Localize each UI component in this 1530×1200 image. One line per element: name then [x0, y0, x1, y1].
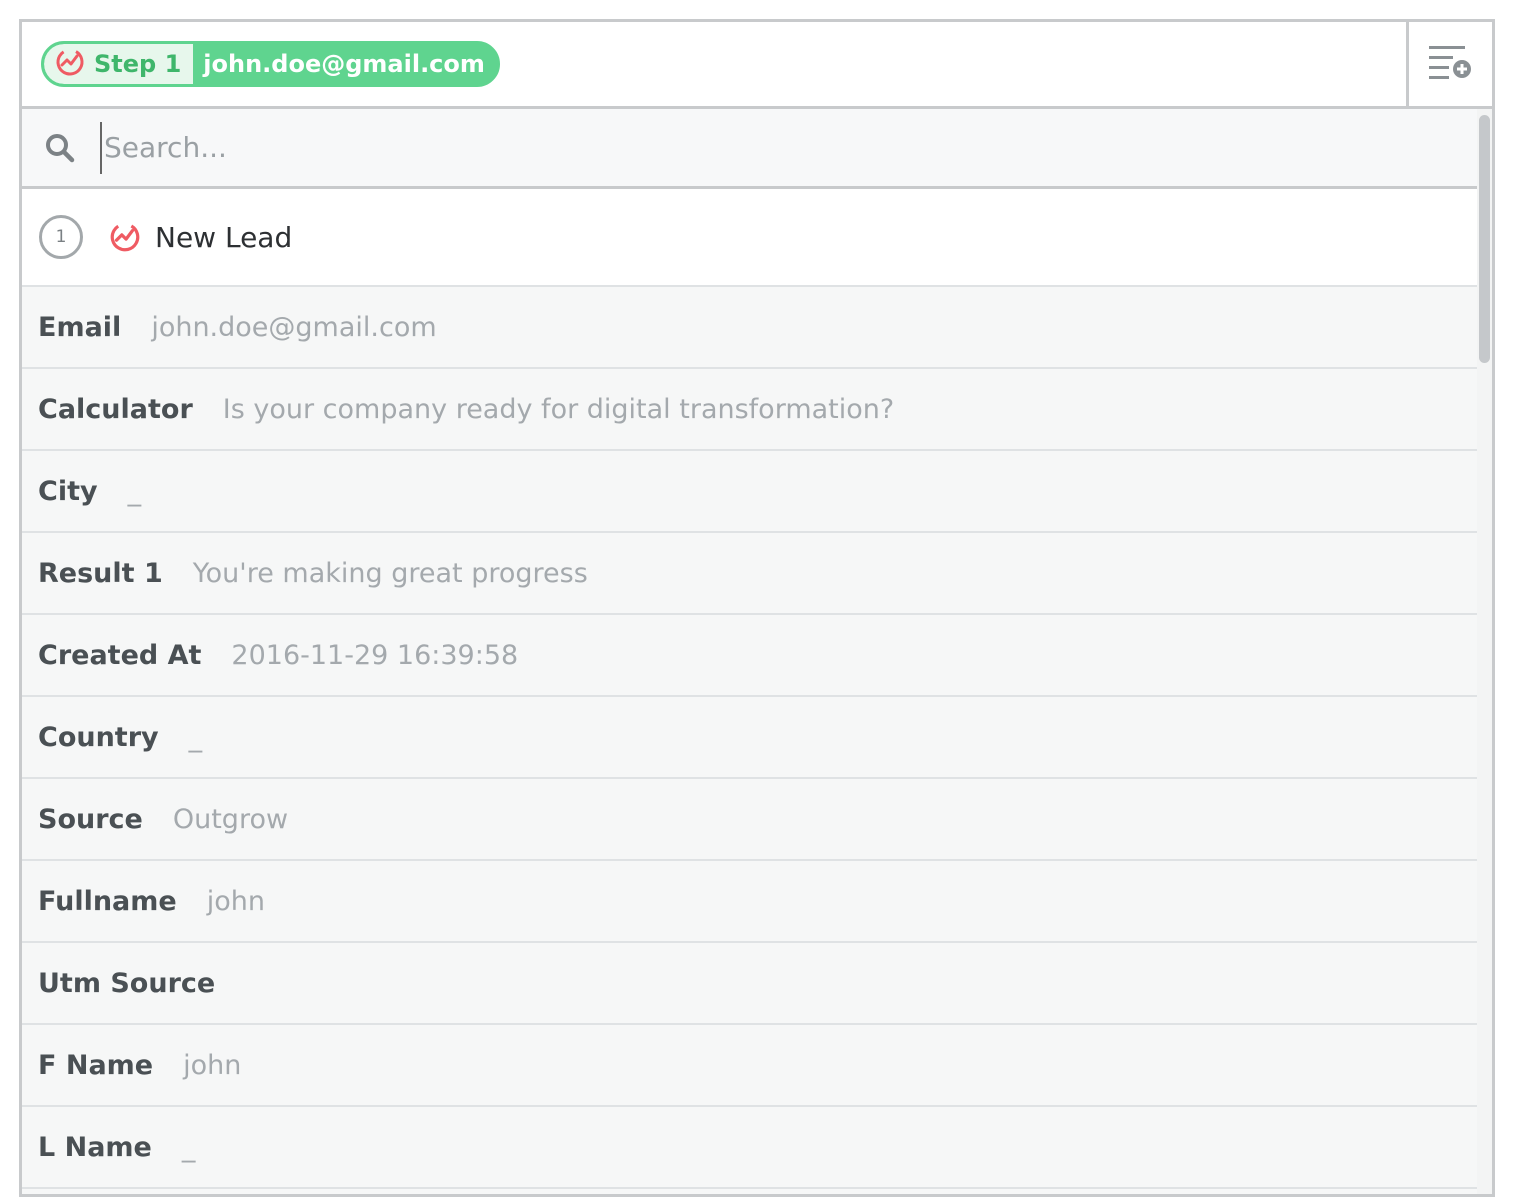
outgrow-icon	[107, 219, 143, 255]
field-label: Country	[38, 721, 159, 753]
field-row-l-name[interactable]: L Name _	[22, 1107, 1477, 1189]
list-add-icon	[1427, 42, 1475, 86]
field-row-source[interactable]: Source Outgrow	[22, 779, 1477, 861]
field-row-city[interactable]: City _	[22, 451, 1477, 533]
add-field-button[interactable]	[1409, 22, 1492, 106]
step-pill-step: Step 1	[44, 44, 194, 84]
field-row-fullname[interactable]: Fullname john	[22, 861, 1477, 943]
lead-step-header[interactable]: 1 New Lead	[22, 189, 1477, 287]
field-value: john	[206, 885, 265, 917]
field-row-email[interactable]: Email john.doe@gmail.com	[22, 287, 1477, 369]
field-label: L Name	[38, 1131, 152, 1163]
field-value: Is your company ready for digital transf…	[222, 393, 895, 425]
field-label: Utm Source	[38, 967, 216, 999]
field-label: Source	[38, 803, 143, 835]
field-value: You're making great progress	[192, 557, 588, 589]
field-row-created-at[interactable]: Created At 2016-11-29 16:39:58	[22, 615, 1477, 697]
field-value: 2016-11-29 16:39:58	[231, 639, 519, 671]
field-value: _	[127, 475, 142, 507]
lead-title: New Lead	[155, 220, 293, 254]
scrollbar-thumb[interactable]	[1479, 115, 1490, 363]
scrollbar-track[interactable]	[1477, 109, 1492, 1194]
field-label: City	[38, 475, 98, 507]
field-label: F Name	[38, 1049, 154, 1081]
field-row-country[interactable]: Country _	[22, 697, 1477, 779]
step-email: john.doe@gmail.com	[203, 50, 485, 78]
field-row-utm-source[interactable]: Utm Source	[22, 943, 1477, 1025]
step-pill[interactable]: Step 1 john.doe@gmail.com	[41, 41, 500, 87]
field-row-calculator[interactable]: Calculator Is your company ready for dig…	[22, 369, 1477, 451]
field-label: Email	[38, 311, 122, 343]
field-label: Result 1	[38, 557, 163, 589]
field-label: Created At	[38, 639, 202, 671]
search-bar	[22, 109, 1477, 189]
field-label: Fullname	[38, 885, 177, 917]
field-row-result-1[interactable]: Result 1 You're making great progress	[22, 533, 1477, 615]
step-label: Step 1	[94, 50, 182, 78]
field-list: Email john.doe@gmail.com Calculator Is y…	[22, 287, 1477, 1189]
field-row-f-name[interactable]: F Name john	[22, 1025, 1477, 1107]
search-input[interactable]	[100, 121, 1406, 174]
field-value: Outgrow	[172, 803, 289, 835]
field-label: Calculator	[38, 393, 193, 425]
field-value: _	[181, 1131, 196, 1163]
field-value: john.doe@gmail.com	[151, 311, 437, 343]
search-icon	[42, 130, 78, 166]
field-value: john	[183, 1049, 242, 1081]
field-value: _	[188, 721, 203, 753]
picker-header: Step 1 john.doe@gmail.com	[22, 22, 1492, 109]
outgrow-icon	[54, 46, 86, 82]
step-number-badge: 1	[39, 215, 83, 259]
field-picker-panel: Step 1 john.doe@gmail.com Search... 1 Ne…	[19, 19, 1495, 1197]
